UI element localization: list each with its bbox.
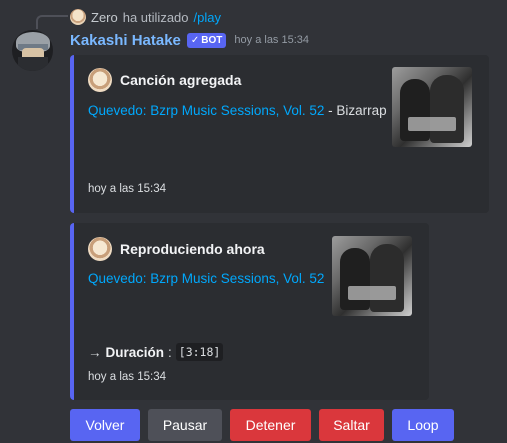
- duration-field: → Duración: [3:18]: [88, 343, 224, 361]
- separator: -: [328, 103, 333, 118]
- pausar-button[interactable]: Pausar: [148, 409, 222, 441]
- embed-author: Canción agregada: [88, 68, 241, 92]
- embed-song-added: Canción agregada Quevedo: Bzrp Music Ses…: [70, 55, 489, 213]
- bot-avatar[interactable]: [12, 30, 53, 71]
- command-reply[interactable]: Zero ha utilizado /play: [70, 8, 221, 26]
- arrow-icon: →: [88, 344, 102, 360]
- detener-button[interactable]: Detener: [230, 409, 311, 441]
- reply-text: ha utilizado: [122, 9, 189, 25]
- discord-message: Zero ha utilizado /play Kakashi Hatake ✓…: [0, 0, 507, 443]
- song-thumbnail[interactable]: [392, 67, 472, 147]
- embed-footer: hoy a las 15:34: [88, 371, 167, 383]
- message-timestamp[interactable]: hoy a las 15:34: [234, 34, 309, 46]
- author-avatar-icon: [88, 237, 112, 261]
- embed-description: Quevedo: Bzrp Music Sessions, Vol. 52: [88, 271, 324, 286]
- bot-badge: ✓ BOT: [186, 32, 227, 48]
- saltar-button[interactable]: Saltar: [319, 409, 384, 441]
- embed-title: Canción agregada: [120, 72, 242, 88]
- duration-label: Duración: [105, 344, 165, 360]
- embed-title: Reproduciendo ahora: [120, 241, 265, 257]
- artist-name: Bizarrap: [336, 103, 387, 118]
- username[interactable]: Kakashi Hatake: [70, 32, 181, 49]
- song-link[interactable]: Quevedo: Bzrp Music Sessions, Vol. 52: [88, 271, 324, 286]
- song-link[interactable]: Quevedo: Bzrp Music Sessions, Vol. 52: [88, 103, 324, 118]
- reply-user-avatar[interactable]: [70, 9, 86, 25]
- message-header: Kakashi Hatake ✓ BOT hoy a las 15:34: [70, 30, 309, 50]
- author-avatar-icon: [88, 68, 112, 92]
- embed-now-playing: Reproduciendo ahora Quevedo: Bzrp Music …: [70, 223, 429, 400]
- duration-colon: :: [168, 344, 172, 360]
- loop-button[interactable]: Loop: [392, 409, 454, 441]
- verified-check-icon: ✓: [190, 34, 200, 46]
- song-thumbnail[interactable]: [332, 236, 412, 316]
- embed-author: Reproduciendo ahora: [88, 237, 265, 261]
- embed-footer: hoy a las 15:34: [88, 183, 167, 195]
- duration-value: [3:18]: [175, 343, 224, 361]
- embed-description: Quevedo: Bzrp Music Sessions, Vol. 52 - …: [88, 103, 387, 118]
- bot-badge-label: BOT: [201, 34, 223, 46]
- reply-username[interactable]: Zero: [91, 10, 118, 25]
- action-row: Volver Pausar Detener Saltar Loop: [70, 409, 454, 441]
- volver-button[interactable]: Volver: [70, 409, 140, 441]
- reply-command[interactable]: /play: [194, 10, 221, 25]
- reply-spine: [36, 15, 68, 29]
